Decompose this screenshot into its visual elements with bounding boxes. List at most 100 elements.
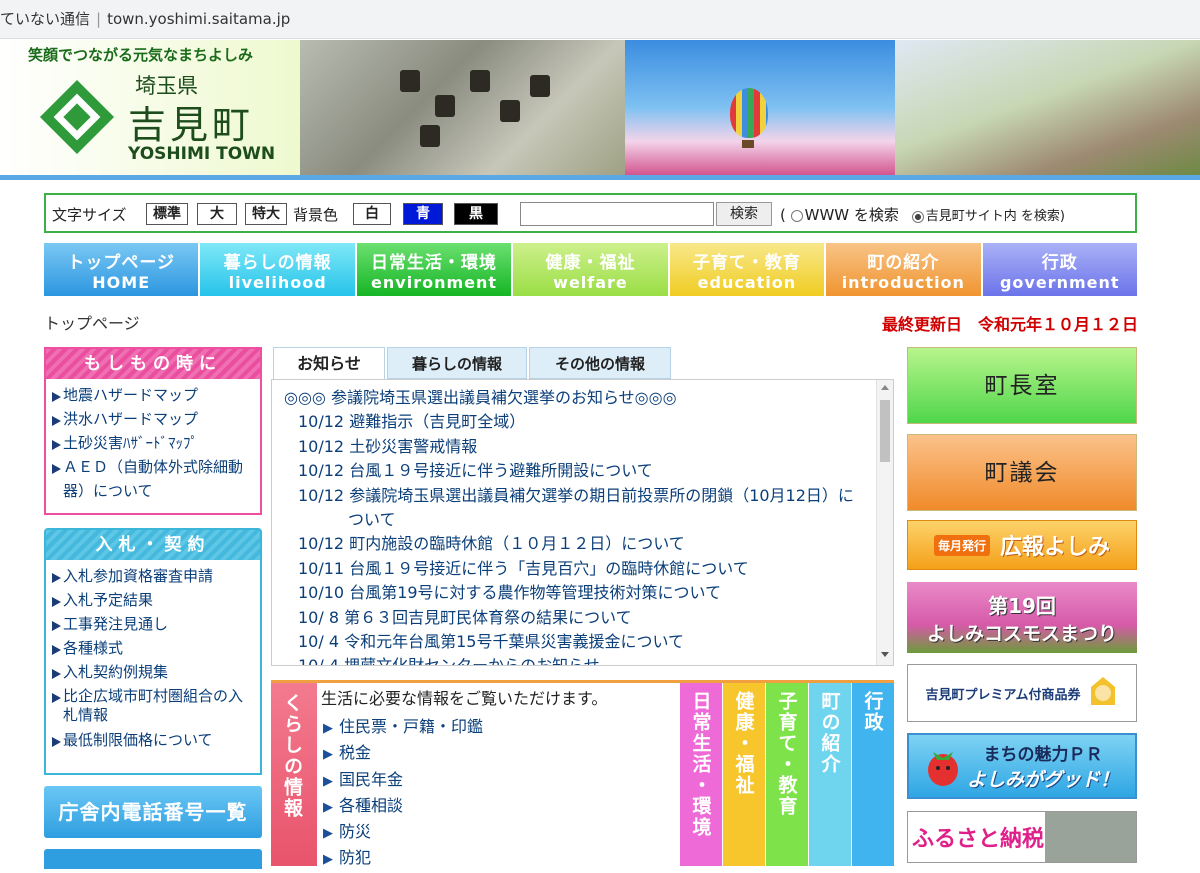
link-text[interactable]: 洪水ハザードマップ [63, 407, 198, 431]
radio-www[interactable] [790, 209, 803, 222]
tab-living[interactable]: 暮らしの情報 [387, 347, 527, 379]
strip-introduction[interactable]: 町の紹介 [809, 683, 851, 866]
kurashi-link[interactable]: ▶ 税金 [323, 741, 483, 767]
news-item[interactable]: 10/12 土砂災害警戒情報 [284, 435, 864, 459]
kurashi-link-text[interactable]: 住民票・戸籍・印鑑 [339, 717, 483, 736]
appeal-banner[interactable]: まちの魅力ＰＲ よしみがグッド！ [907, 733, 1137, 799]
link-landslide-map[interactable]: 土砂災害ﾊｻﾞｰﾄﾞﾏｯﾌﾟ [52, 431, 256, 455]
bg-black-button[interactable]: 黒 [454, 203, 498, 225]
news-item[interactable]: 10/10 台風第19号に対する農作物等管理技術対策について [284, 581, 864, 605]
font-size-standard-button[interactable]: 標準 [146, 203, 188, 225]
scroll-up-icon[interactable] [881, 385, 889, 390]
scroll-down-icon[interactable] [881, 652, 889, 657]
news-item[interactable]: 10/11 台風１９号接近に伴う「吉見百穴」の臨時休館について [284, 557, 864, 581]
tab-other[interactable]: その他の情報 [529, 347, 671, 379]
link-minimum-price[interactable]: 最低制限価格について [52, 728, 256, 752]
phone-directory-button[interactable]: 庁舎内電話番号一覧 [44, 786, 262, 838]
mayor-office-button[interactable]: 町長室 [907, 347, 1137, 424]
link-construction-outlook[interactable]: 工事発注見通し [52, 612, 256, 636]
news-item-text[interactable]: 10/12 参議院埼玉県選出議員補欠選挙の期日前投票所の閉鎖（10月12日）につ… [298, 484, 864, 533]
security-status[interactable]: ていない通信 [0, 10, 90, 28]
cosmos-banner[interactable]: 第19回 よしみコスモスまつり [907, 582, 1137, 653]
kurashi-link-text[interactable]: 防災 [339, 822, 371, 841]
news-item[interactable]: 10/12 町内施設の臨時休館（１０月１２日）について [284, 532, 864, 556]
link-bid-qualification[interactable]: 入札参加資格審査申請 [52, 564, 256, 588]
breadcrumb[interactable]: トップページ [44, 310, 140, 334]
radio-site-label[interactable]: 吉見町サイト内 を検索) [926, 209, 1065, 224]
link-bid-results[interactable]: 入札予定結果 [52, 588, 256, 612]
strip-environment[interactable]: 日常生活・環境 [680, 683, 722, 866]
balloon-basket [742, 140, 754, 148]
radio-site[interactable] [911, 210, 924, 223]
nav-government[interactable]: 行政 government [982, 243, 1137, 296]
news-item[interactable]: 10/12 参議院埼玉県選出議員補欠選挙の期日前投票所の閉鎖（10月12日）につ… [284, 484, 864, 533]
nav-education[interactable]: 子育て・教育 education [669, 243, 827, 296]
furusato-banner[interactable]: ふるさと納税 [907, 811, 1137, 863]
bullet-icon: ▶ [323, 799, 333, 815]
font-size-xlarge-button[interactable]: 特大 [245, 203, 287, 225]
kurashi-link[interactable]: ▶ 国民年金 [323, 768, 483, 794]
kurashi-link-text[interactable]: 防犯 [339, 848, 371, 867]
nav-introduction[interactable]: 町の紹介 introduction [826, 243, 983, 296]
link-flood-map[interactable]: 洪水ハザードマップ [52, 407, 256, 431]
strip-welfare[interactable]: 健康・福祉 [723, 683, 765, 866]
link-aed[interactable]: ＡＥＤ（自動体外式除細動器）について [52, 455, 256, 503]
search-input[interactable] [520, 202, 714, 226]
kurashi-link[interactable]: ▶ 防犯 [323, 846, 483, 872]
tab-notices[interactable]: お知らせ [273, 347, 385, 379]
news-item[interactable]: 10/ 4 埋蔵文化財センターからのお知らせ [284, 654, 864, 665]
strip-education[interactable]: 子育て・教育 [766, 683, 808, 866]
scroll-thumb[interactable] [880, 400, 890, 462]
koho-title: 広報よしみ [1000, 535, 1111, 560]
link-earthquake-map[interactable]: 地震ハザードマップ [52, 383, 256, 407]
link-text[interactable]: 土砂災害ﾊｻﾞｰﾄﾞﾏｯﾌﾟ [63, 431, 198, 455]
link-hiki-union[interactable]: 比企広域市町村圏組合の入札情報 [52, 684, 256, 728]
link-text[interactable]: 比企広域市町村圏組合の入札情報 [63, 687, 256, 725]
url-text[interactable]: town.yoshimi.saitama.jp [107, 10, 290, 28]
news-scrollbar[interactable] [876, 380, 893, 665]
kurashi-link-text[interactable]: 各種相談 [339, 796, 403, 815]
nav-livelihood[interactable]: 暮らしの情報 livelihood [200, 243, 357, 296]
link-text[interactable]: 工事発注見通し [63, 612, 168, 636]
assembly-button[interactable]: 町議会 [907, 434, 1137, 511]
premium-title: 吉見町プレミアム付商品券 [925, 687, 1081, 703]
link-text[interactable]: 入札契約例規集 [63, 660, 168, 684]
next-left-banner[interactable] [44, 849, 262, 869]
font-size-large-button[interactable]: 大 [197, 203, 237, 225]
bullet-icon: ▶ [323, 747, 333, 763]
search-button[interactable]: 検索 [716, 202, 772, 226]
link-text[interactable]: 各種様式 [63, 636, 123, 660]
logo-area[interactable]: 笑顔でつながる元気なまちよしみ 埼玉県 吉見町 YOSHIMI TOWN [0, 40, 300, 175]
news-item[interactable]: 10/12 避難指示（吉見町全域） [284, 410, 864, 434]
news-headline[interactable]: ◎◎◎ 参議院埼玉県選出議員補欠選挙のお知らせ◎◎◎ [284, 386, 864, 410]
news-item[interactable]: 10/ 8 第６３回吉見町民体育祭の結果について [284, 606, 864, 630]
radio-www-label[interactable]: WWW を検索 [805, 206, 899, 224]
link-text[interactable]: ＡＥＤ（自動体外式除細動器）について [63, 455, 256, 503]
address-bar[interactable]: ていない通信 | town.yoshimi.saitama.jp [0, 0, 1200, 39]
link-regulations[interactable]: 入札契約例規集 [52, 660, 256, 684]
kurashi-link[interactable]: ▶ 各種相談 [323, 794, 483, 820]
arrow-icon [52, 573, 61, 583]
link-text[interactable]: 入札予定結果 [63, 588, 153, 612]
link-text[interactable]: 最低制限価格について [63, 728, 213, 752]
bg-blue-button[interactable]: 青 [403, 203, 443, 225]
news-item[interactable]: 10/ 4 令和元年台風第15号千葉県災害義援金について [284, 630, 864, 654]
nav-home[interactable]: トップページ HOME [44, 243, 201, 296]
strip-government[interactable]: 行政 [852, 683, 894, 866]
kurashi-label: くらしの情報 [281, 693, 303, 819]
kurashi-panel: くらしの情報 生活に必要な情報をご覧いただけます。 ▶ 住民票・戸籍・印鑑 ▶ 税金… [271, 680, 894, 867]
link-forms[interactable]: 各種様式 [52, 636, 256, 660]
link-text[interactable]: 地震ハザードマップ [63, 383, 198, 407]
link-text[interactable]: 入札参加資格審査申請 [63, 564, 213, 588]
premium-voucher-banner[interactable]: 吉見町プレミアム付商品券 [907, 664, 1137, 722]
koho-banner[interactable]: 毎月発行 広報よしみ [907, 520, 1137, 570]
kurashi-label-bar: くらしの情報 [271, 683, 317, 866]
news-item[interactable]: 10/12 台風１９号接近に伴う避難所開設について [284, 459, 864, 483]
bg-white-button[interactable]: 白 [353, 203, 391, 225]
kurashi-link[interactable]: ▶ 住民票・戸籍・印鑑 [323, 715, 483, 741]
kurashi-link[interactable]: ▶ 防災 [323, 820, 483, 846]
nav-welfare[interactable]: 健康・福祉 welfare [513, 243, 670, 296]
nav-environment[interactable]: 日常生活・環境 environment [356, 243, 514, 296]
kurashi-link-text[interactable]: 税金 [339, 743, 371, 762]
kurashi-link-text[interactable]: 国民年金 [339, 770, 403, 789]
